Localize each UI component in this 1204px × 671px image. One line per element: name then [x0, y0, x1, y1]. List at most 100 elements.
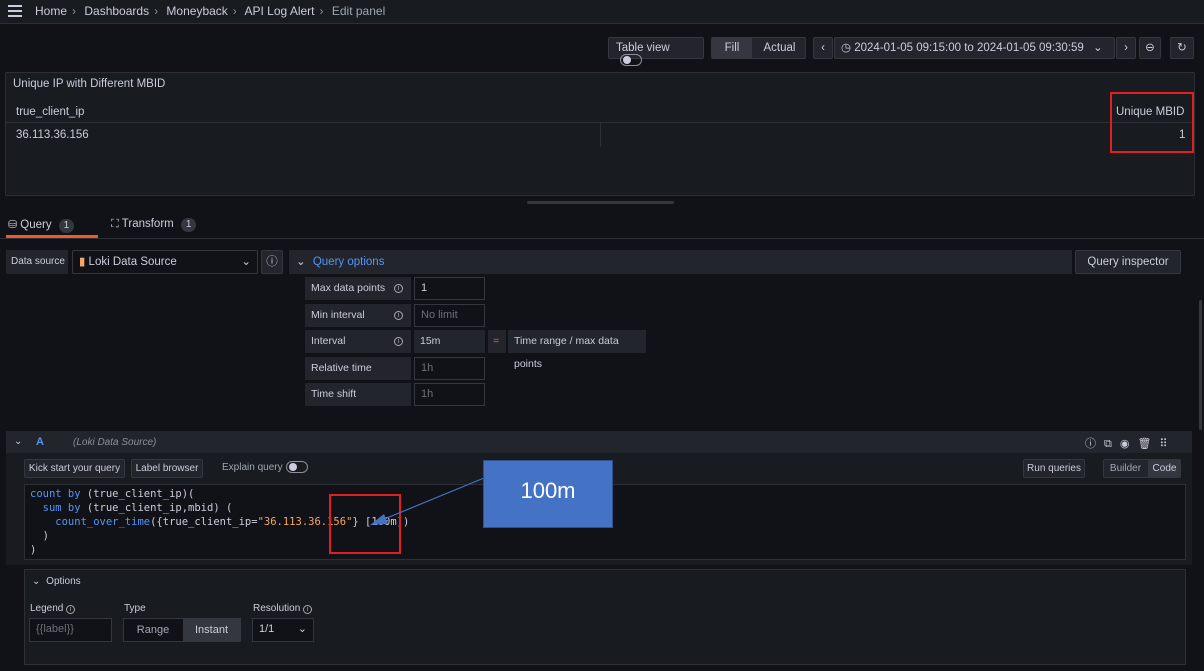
interval-label: Interval i	[305, 330, 411, 353]
breadcrumb-dashboards[interactable]: Dashboards	[84, 4, 149, 18]
relative-time-label: Relative time	[305, 357, 411, 380]
chevron-down-icon: ⌄	[32, 576, 41, 587]
min-interval-label: Min interval i	[305, 304, 411, 327]
breadcrumb-dashboard[interactable]: API Log Alert	[244, 4, 314, 18]
type-instant-option[interactable]: Instant	[183, 619, 240, 641]
breadcrumb-current: Edit panel	[331, 4, 386, 18]
label-browser-button[interactable]: Label browser	[131, 459, 203, 478]
code-token: ({true_client_ip=	[150, 516, 258, 528]
query-options-toggle[interactable]: ⌄ Query options	[289, 250, 1072, 274]
loki-icon: ▮	[79, 256, 86, 268]
annotation-callout: 100m	[483, 460, 613, 528]
annotation-arrow	[370, 477, 485, 525]
menu-icon[interactable]	[8, 5, 22, 17]
max-data-points-text: Max data points	[311, 282, 386, 294]
column-divider	[600, 123, 601, 147]
actual-button[interactable]: Actual	[757, 38, 802, 58]
max-data-points-input[interactable]: 1	[414, 277, 485, 300]
interval-equals: =	[488, 330, 506, 353]
legend-label: Legend i	[30, 603, 76, 614]
options-title: Options	[46, 576, 81, 587]
tab-transform-label: Transform	[121, 218, 174, 230]
chevron-down-icon: ⌄	[297, 623, 307, 635]
type-range-option[interactable]: Range	[124, 619, 182, 641]
column-header-ip[interactable]: true_client_ip	[16, 106, 84, 118]
table-view-toggle[interactable]: Table view	[608, 37, 704, 66]
code-token: (true_client_ip)(	[80, 488, 195, 500]
time-shift-input[interactable]: 1h	[414, 383, 485, 406]
duplicate-icon[interactable]: ⧉	[1104, 438, 1120, 450]
info-icon: i	[303, 605, 313, 614]
time-forward-button[interactable]: ›	[1116, 37, 1136, 59]
code-line-4: )	[30, 530, 49, 542]
code-token: count by	[30, 488, 81, 500]
fill-button[interactable]: Fill	[712, 38, 752, 58]
time-back-button[interactable]: ‹	[813, 37, 833, 59]
legend-input[interactable]: {{label}}	[29, 618, 112, 642]
interval-text: Interval	[311, 335, 346, 347]
fill-actual-group: Fill Actual	[711, 37, 806, 59]
cell-ip: 36.113.36.156	[16, 129, 89, 141]
breadcrumb-home[interactable]: Home	[35, 4, 67, 18]
tab-query-label: Query	[20, 219, 52, 231]
code-mode-button[interactable]: Code	[1148, 460, 1181, 477]
query-inspector-button[interactable]: Query inspector	[1075, 250, 1181, 274]
breadcrumb-folder[interactable]: Moneyback	[166, 4, 227, 18]
interval-note: Time range / max data points	[508, 330, 646, 370]
code-token: count_over_time	[30, 516, 151, 528]
highlight-box-mbid	[1110, 92, 1194, 153]
zoom-out-icon: ⊖	[1145, 42, 1155, 54]
code-token: (true_client_ip,mbid) (	[80, 502, 233, 514]
chevron-down-icon: ⌄	[296, 256, 306, 268]
query-ref-id[interactable]: A	[36, 436, 44, 448]
help-icon[interactable]: ⓘ	[1085, 438, 1104, 450]
info-icon: i	[394, 337, 403, 346]
eye-icon[interactable]: ◉	[1120, 438, 1138, 450]
code-line-2: sum by (true_client_ip,mbid) (	[30, 501, 233, 515]
time-picker[interactable]: ◷ 2024-01-05 09:15:00 to 2024-01-05 09:3…	[834, 37, 1115, 59]
resize-handle[interactable]	[527, 201, 674, 204]
info-icon: i	[394, 311, 403, 320]
datasource-name: Loki Data Source	[88, 256, 177, 268]
resolution-value: 1/1	[259, 623, 275, 635]
chevron-down-icon: ⌄	[1093, 42, 1103, 54]
panel-title: Unique IP with Different MBID	[13, 78, 166, 90]
trash-icon[interactable]: 🗑	[1137, 438, 1159, 450]
resolution-select[interactable]: 1/1 ⌄	[252, 618, 314, 642]
table-view-switch[interactable]	[620, 54, 642, 66]
max-data-points-label: Max data points i	[305, 277, 411, 300]
breadcrumb: Home › Dashboards › Moneyback › API Log Ale…	[35, 4, 386, 18]
chevron-down-icon[interactable]: ⌄	[14, 436, 22, 447]
explain-query-label: Explain query	[222, 462, 283, 473]
help-icon: ⓘ	[266, 256, 278, 268]
resolution-label: Resolution i	[253, 603, 313, 614]
tab-transform-count: 1	[180, 218, 197, 232]
chevron-down-icon: ⌄	[241, 256, 251, 268]
datasource-help-button[interactable]: ⓘ	[261, 250, 283, 274]
tabs-divider	[0, 238, 1204, 239]
relative-time-input[interactable]: 1h	[414, 357, 485, 380]
zoom-out-button[interactable]: ⊖	[1139, 37, 1161, 59]
code-line-1: count by (true_client_ip)(	[30, 487, 194, 501]
transform-icon: ⛶	[111, 218, 119, 230]
run-queries-button[interactable]: Run queries	[1023, 459, 1085, 478]
interval-value: 15m	[414, 330, 485, 353]
time-shift-label: Time shift	[305, 383, 411, 406]
builder-mode-button[interactable]: Builder	[1104, 460, 1147, 477]
explain-query-switch[interactable]	[286, 461, 308, 474]
query-row-actions: ⓘ⧉◉🗑⠿	[1085, 435, 1176, 451]
resolution-label-text: Resolution	[253, 603, 301, 614]
type-label: Type	[124, 603, 146, 614]
tab-transform[interactable]: ⛶ Transform 1	[111, 218, 197, 238]
options-toggle[interactable]: ⌄ Options	[32, 576, 81, 587]
database-icon: ⛁	[8, 219, 18, 231]
scrollbar[interactable]	[1199, 300, 1202, 430]
query-row-header	[6, 431, 1192, 453]
kick-start-button[interactable]: Kick start your query	[24, 459, 125, 478]
drag-handle-icon[interactable]: ⠿	[1159, 438, 1175, 450]
datasource-select[interactable]: ▮ Loki Data Source ⌄	[72, 250, 258, 274]
chevron-left-icon: ‹	[821, 42, 825, 54]
min-interval-input[interactable]: No limit	[414, 304, 485, 327]
refresh-button[interactable]: ↻	[1170, 37, 1194, 59]
time-range-text: 2024-01-05 09:15:00 to 2024-01-05 09:30:…	[854, 42, 1084, 54]
